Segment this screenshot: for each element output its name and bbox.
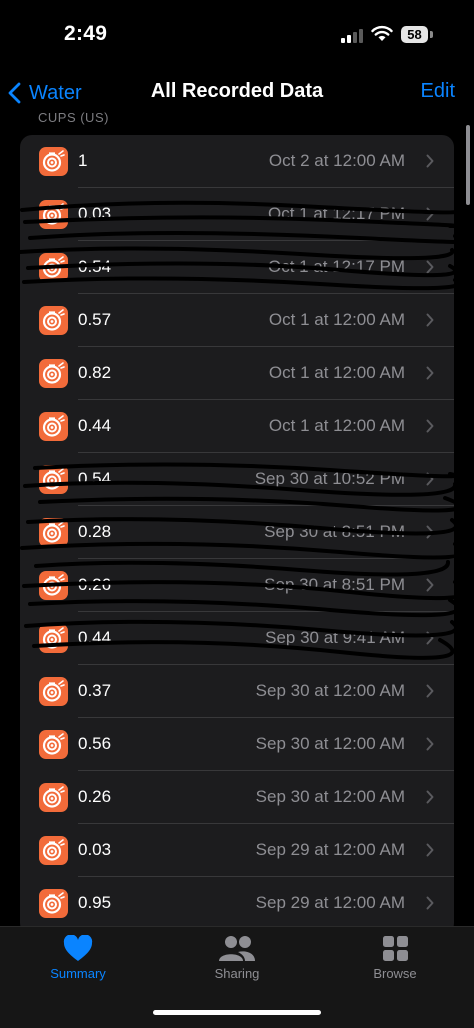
battery-indicator: 58: [401, 26, 428, 43]
water-intake-icon: [39, 889, 68, 918]
row-date: Sep 30 at 8:51 PM: [264, 522, 405, 541]
people-icon: [219, 936, 255, 961]
row-date: Sep 30 at 8:51 PM: [264, 575, 405, 594]
water-intake-icon: [39, 200, 68, 229]
water-intake-icon: [39, 306, 68, 335]
chevron-right-icon: [426, 790, 434, 804]
row-date: Sep 30 at 12:00 AM: [255, 681, 405, 700]
chevron-right-icon: [426, 525, 434, 539]
chevron-right-icon: [426, 896, 434, 910]
list-item[interactable]: 0.54 Sep 30 at 10:52 PM: [20, 453, 454, 506]
chevron-right-icon: [426, 684, 434, 698]
row-value: 0.37: [78, 681, 112, 700]
row-date: Oct 1 at 12:17 PM: [267, 257, 405, 276]
row-value: 0.54: [78, 469, 112, 488]
row-value: 0.54: [78, 257, 112, 276]
row-date: Oct 2 at 12:00 AM: [268, 151, 405, 170]
list-item[interactable]: 0.03 Oct 1 at 12:17 PM: [20, 188, 454, 241]
row-value: 0.57: [78, 310, 112, 329]
row-date: Sep 29 at 12:00 AM: [255, 840, 405, 859]
list-item[interactable]: 0.82 Oct 1 at 12:00 AM: [20, 347, 454, 400]
chevron-right-icon: [426, 737, 434, 751]
chevron-right-icon: [426, 154, 434, 168]
water-intake-icon: [39, 783, 68, 812]
row-date: Sep 29 at 12:00 AM: [255, 893, 405, 912]
row-value: 0.26: [78, 787, 112, 806]
chevron-right-icon: [426, 631, 434, 645]
chevron-right-icon: [426, 260, 434, 274]
tab-summary-label: Summary: [50, 966, 106, 981]
row-date: Oct 1 at 12:00 AM: [268, 363, 405, 382]
row-value: 0.26: [78, 575, 112, 594]
list-item[interactable]: 0.56 Sep 30 at 12:00 AM: [20, 718, 454, 771]
water-intake-icon: [39, 412, 68, 441]
water-intake-icon: [39, 730, 68, 759]
row-value: 1: [78, 151, 88, 170]
list-item[interactable]: 0.57 Oct 1 at 12:00 AM: [20, 294, 454, 347]
tab-browse-label: Browse: [373, 966, 417, 981]
list-item[interactable]: 1 Oct 2 at 12:00 AM: [20, 135, 454, 188]
data-list: 1 Oct 2 at 12:00 AM 0.03 Oct 1 at 12:17 PM 0…: [20, 135, 454, 935]
chevron-right-icon: [426, 207, 434, 221]
row-date: Oct 1 at 12:17 PM: [267, 204, 405, 223]
row-value: 0.82: [78, 363, 112, 382]
list-item[interactable]: 0.37 Sep 30 at 12:00 AM: [20, 665, 454, 718]
battery-tip: [430, 31, 433, 38]
list-item[interactable]: 0.26 Sep 30 at 8:51 PM: [20, 559, 454, 612]
water-intake-icon: [39, 518, 68, 547]
list-item[interactable]: 0.44 Oct 1 at 12:00 AM: [20, 400, 454, 453]
chevron-right-icon: [426, 313, 434, 327]
wifi-icon: [371, 25, 393, 41]
tab-sharing-label: Sharing: [214, 966, 260, 981]
chevron-right-icon: [426, 843, 434, 857]
status-time: 2:49: [64, 22, 108, 45]
grid-icon: [382, 936, 408, 961]
water-intake-icon: [39, 465, 68, 494]
row-date: Oct 1 at 12:00 AM: [268, 416, 405, 435]
row-date: Oct 1 at 12:00 AM: [268, 310, 405, 329]
cellular-signal-icon: [341, 27, 363, 43]
row-value: 0.03: [78, 840, 112, 859]
home-indicator[interactable]: [153, 1010, 321, 1015]
row-value: 0.56: [78, 734, 112, 753]
chevron-right-icon: [426, 419, 434, 433]
chevron-right-icon: [426, 578, 434, 592]
edit-button[interactable]: Edit: [421, 80, 455, 103]
water-intake-icon: [39, 624, 68, 653]
water-intake-icon: [39, 677, 68, 706]
list-item[interactable]: 0.44 Sep 30 at 9:41 AM: [20, 612, 454, 665]
row-date: Sep 30 at 12:00 AM: [255, 787, 405, 806]
chevron-right-icon: [426, 472, 434, 486]
heart-icon: [63, 935, 93, 961]
list-item[interactable]: 0.28 Sep 30 at 8:51 PM: [20, 506, 454, 559]
row-value: 0.44: [78, 416, 112, 435]
row-value: 0.44: [78, 628, 112, 647]
list-item[interactable]: 0.54 Oct 1 at 12:17 PM: [20, 241, 454, 294]
chevron-right-icon: [426, 366, 434, 380]
row-date: Sep 30 at 10:52 PM: [254, 469, 405, 488]
navigation-bar: Water All Recorded Data Edit: [0, 70, 474, 115]
water-intake-icon: [39, 359, 68, 388]
water-intake-icon: [39, 147, 68, 176]
list-item[interactable]: 0.26 Sep 30 at 12:00 AM: [20, 771, 454, 824]
row-date: Sep 30 at 12:00 AM: [255, 734, 405, 753]
list-item[interactable]: 0.03 Sep 29 at 12:00 AM: [20, 824, 454, 877]
status-bar: 2:49 58: [0, 0, 474, 70]
tab-browse[interactable]: Browse: [335, 935, 455, 981]
row-value: 0.95: [78, 893, 112, 912]
water-intake-icon: [39, 253, 68, 282]
row-value: 0.28: [78, 522, 112, 541]
list-item[interactable]: 0.95 Sep 29 at 12:00 AM: [20, 877, 454, 930]
page-title: All Recorded Data: [150, 80, 324, 102]
scrollbar[interactable]: [466, 125, 470, 205]
tab-sharing[interactable]: Sharing: [177, 935, 297, 981]
section-header: CUPS (US): [38, 110, 109, 125]
tab-summary[interactable]: Summary: [18, 935, 138, 981]
row-date: Sep 30 at 9:41 AM: [265, 628, 405, 647]
row-value: 0.03: [78, 204, 112, 223]
water-intake-icon: [39, 571, 68, 600]
water-intake-icon: [39, 836, 68, 865]
